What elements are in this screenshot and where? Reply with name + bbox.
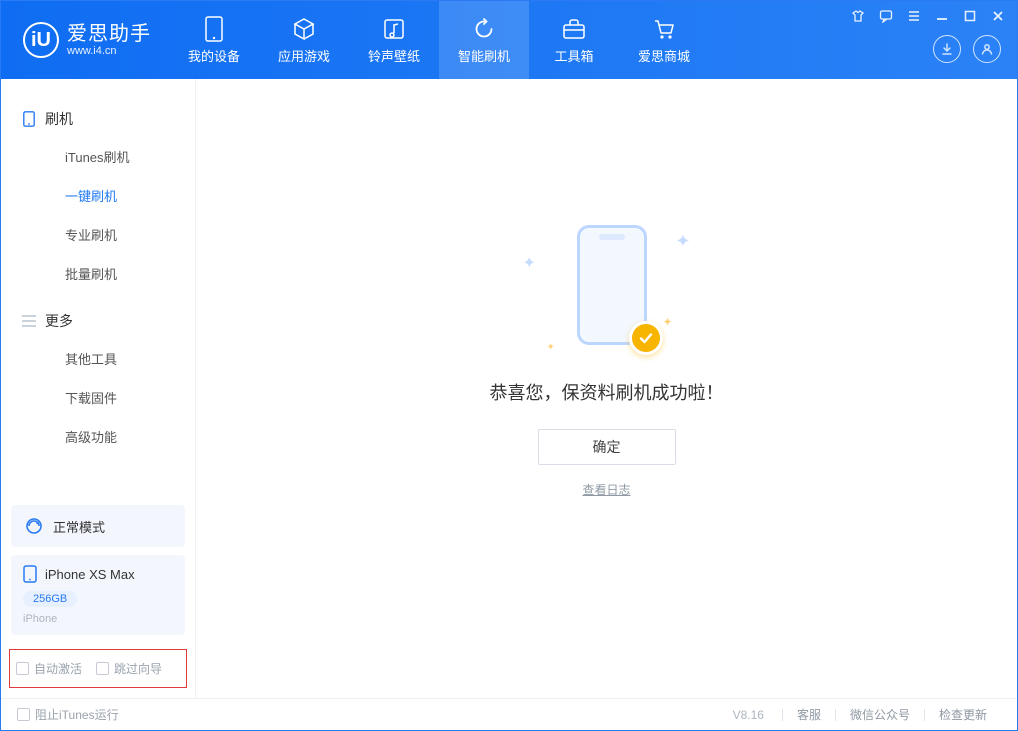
checkbox-auto-activate[interactable]: 自动激活 — [16, 660, 82, 677]
view-log-link[interactable]: 查看日志 — [582, 481, 630, 498]
checkbox-skip-guide[interactable]: 跳过向导 — [96, 660, 162, 677]
device-card[interactable]: iPhone XS Max 256GB iPhone — [11, 555, 185, 635]
toolbox-icon — [561, 16, 587, 42]
sidebar: 刷机 iTunes刷机 一键刷机 专业刷机 批量刷机 更多 — [1, 79, 196, 698]
cart-icon — [651, 16, 677, 42]
nav-apps-games[interactable]: 应用游戏 — [259, 1, 349, 79]
hamburger-icon — [21, 313, 37, 329]
sidebar-group-title[interactable]: 刷机 — [21, 101, 175, 137]
ok-button[interactable]: 确定 — [538, 429, 676, 465]
nav-toolbox[interactable]: 工具箱 — [529, 1, 619, 79]
logo-icon: iU — [23, 22, 59, 58]
sidebar-item-other-tools[interactable]: 其他工具 — [21, 339, 175, 378]
sidebar-item-one-key-flash[interactable]: 一键刷机 — [21, 176, 175, 215]
window-controls — [849, 7, 1007, 25]
footer-link-support[interactable]: 客服 — [783, 706, 835, 723]
menu-icon[interactable] — [905, 7, 923, 25]
footer-link-wechat[interactable]: 微信公众号 — [836, 706, 924, 723]
account-button[interactable] — [973, 35, 1001, 63]
sidebar-group-flash: 刷机 iTunes刷机 一键刷机 专业刷机 批量刷机 — [1, 91, 195, 293]
bottom-options-highlight: 自动激活 跳过向导 — [9, 649, 187, 688]
nav-smart-flash[interactable]: 智能刷机 — [439, 1, 529, 79]
sidebar-item-download-firmware[interactable]: 下载固件 — [21, 378, 175, 417]
app-logo: iU 爱思助手 www.i4.cn — [1, 1, 169, 79]
nav-tabs: 我的设备 应用游戏 铃声壁纸 智能刷机 工具箱 爱思商城 — [169, 1, 709, 79]
main-content: ✦ ✦ ✦ ✦ 恭喜您，保资料刷机成功啦！ 确定 查看日志 — [196, 79, 1017, 698]
sidebar-item-itunes-flash[interactable]: iTunes刷机 — [21, 137, 175, 176]
sparkle-icon: ✦ — [662, 315, 672, 329]
checkbox-block-itunes[interactable]: 阻止iTunes运行 — [17, 706, 119, 723]
minimize-button[interactable] — [933, 7, 951, 25]
mode-icon — [23, 515, 45, 537]
sparkle-icon: ✦ — [675, 231, 690, 252]
version-label: V8.16 — [733, 708, 764, 722]
sidebar-group-title[interactable]: 更多 — [21, 303, 175, 339]
nav-my-device[interactable]: 我的设备 — [169, 1, 259, 79]
sparkle-icon: ✦ — [523, 253, 536, 273]
device-model: iPhone — [23, 613, 173, 625]
success-message: 恭喜您，保资料刷机成功啦！ — [490, 379, 724, 405]
footer-link-update[interactable]: 检查更新 — [925, 706, 1001, 723]
sidebar-item-batch-flash[interactable]: 批量刷机 — [21, 254, 175, 293]
success-illustration: ✦ ✦ ✦ ✦ — [507, 219, 707, 359]
sparkle-icon: ✦ — [547, 342, 555, 353]
status-bar: 阻止iTunes运行 V8.16 客服 微信公众号 检查更新 — [1, 698, 1017, 730]
app-name: 爱思助手 — [67, 23, 151, 45]
feedback-icon[interactable] — [877, 7, 895, 25]
sidebar-group-more: 更多 其他工具 下载固件 高级功能 — [1, 293, 195, 456]
phone-icon — [21, 111, 37, 127]
tshirt-icon[interactable] — [849, 7, 867, 25]
device-phone-icon — [23, 565, 37, 583]
app-website: www.i4.cn — [67, 45, 151, 57]
close-button[interactable] — [989, 7, 1007, 25]
cube-icon — [291, 16, 317, 42]
refresh-icon — [471, 16, 497, 42]
nav-ringtone-wallpaper[interactable]: 铃声壁纸 — [349, 1, 439, 79]
device-capacity-badge: 256GB — [23, 591, 77, 607]
music-icon — [381, 16, 407, 42]
sidebar-item-pro-flash[interactable]: 专业刷机 — [21, 215, 175, 254]
download-button[interactable] — [933, 35, 961, 63]
maximize-button[interactable] — [961, 7, 979, 25]
device-icon — [201, 16, 227, 42]
mode-card[interactable]: 正常模式 — [11, 505, 185, 547]
app-header: iU 爱思助手 www.i4.cn 我的设备 应用游戏 铃声壁纸 智能刷机 — [1, 1, 1017, 79]
check-circle-icon — [629, 321, 663, 355]
nav-store[interactable]: 爱思商城 — [619, 1, 709, 79]
sidebar-item-advanced[interactable]: 高级功能 — [21, 417, 175, 456]
